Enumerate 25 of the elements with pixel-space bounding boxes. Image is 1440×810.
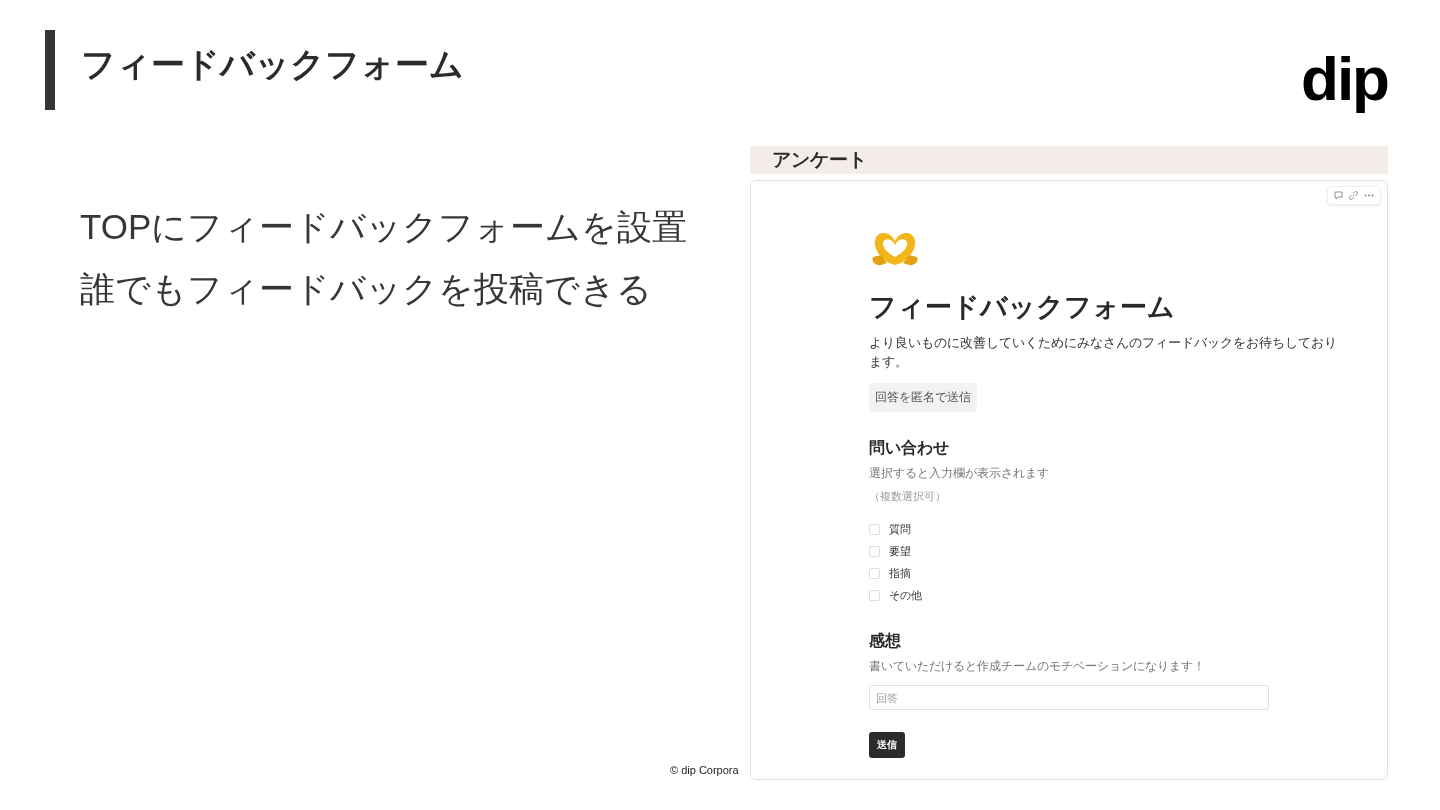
section-heading: 問い合わせ bbox=[869, 438, 950, 458]
form-description: より良いものに改善していくためにみなさんのフィードバックをお待ちしております。 bbox=[869, 334, 1338, 371]
checkbox[interactable] bbox=[869, 590, 880, 601]
checkbox[interactable] bbox=[869, 524, 880, 535]
comment-icon[interactable] bbox=[1334, 191, 1343, 200]
link-icon[interactable] bbox=[1349, 191, 1358, 200]
section-note: （複数選択可） bbox=[869, 489, 947, 504]
checkbox-label: 要望 bbox=[889, 544, 911, 559]
checkbox-label: その他 bbox=[889, 588, 922, 603]
page-header-title: アンケート bbox=[771, 148, 867, 172]
submit-button[interactable]: 送信 bbox=[869, 732, 905, 758]
anonymous-submit-button[interactable]: 回答を匿名で送信 bbox=[869, 383, 977, 412]
form-title: フィードバックフォーム bbox=[869, 291, 1176, 324]
answer-field[interactable]: 回答 bbox=[869, 685, 1269, 710]
section-hint: 書いていただけると作成チームのモチベーションになります！ bbox=[869, 658, 1206, 675]
slide-title: フィードバックフォーム bbox=[81, 44, 464, 85]
checkbox[interactable] bbox=[869, 568, 880, 579]
section-hint: 選択すると入力欄が表示されます bbox=[869, 465, 1050, 482]
checkbox-label: 指摘 bbox=[889, 566, 911, 581]
slide-text: TOPにフィードバックフォームを設置 bbox=[80, 206, 689, 248]
checkbox-label: 質問 bbox=[889, 522, 911, 537]
copyright-text: © dip Corpora bbox=[670, 764, 739, 776]
checkbox[interactable] bbox=[869, 546, 880, 557]
section-heading: 感想 bbox=[869, 631, 902, 651]
slide-text: 誰でもフィードバックを投稿できる bbox=[80, 268, 653, 310]
